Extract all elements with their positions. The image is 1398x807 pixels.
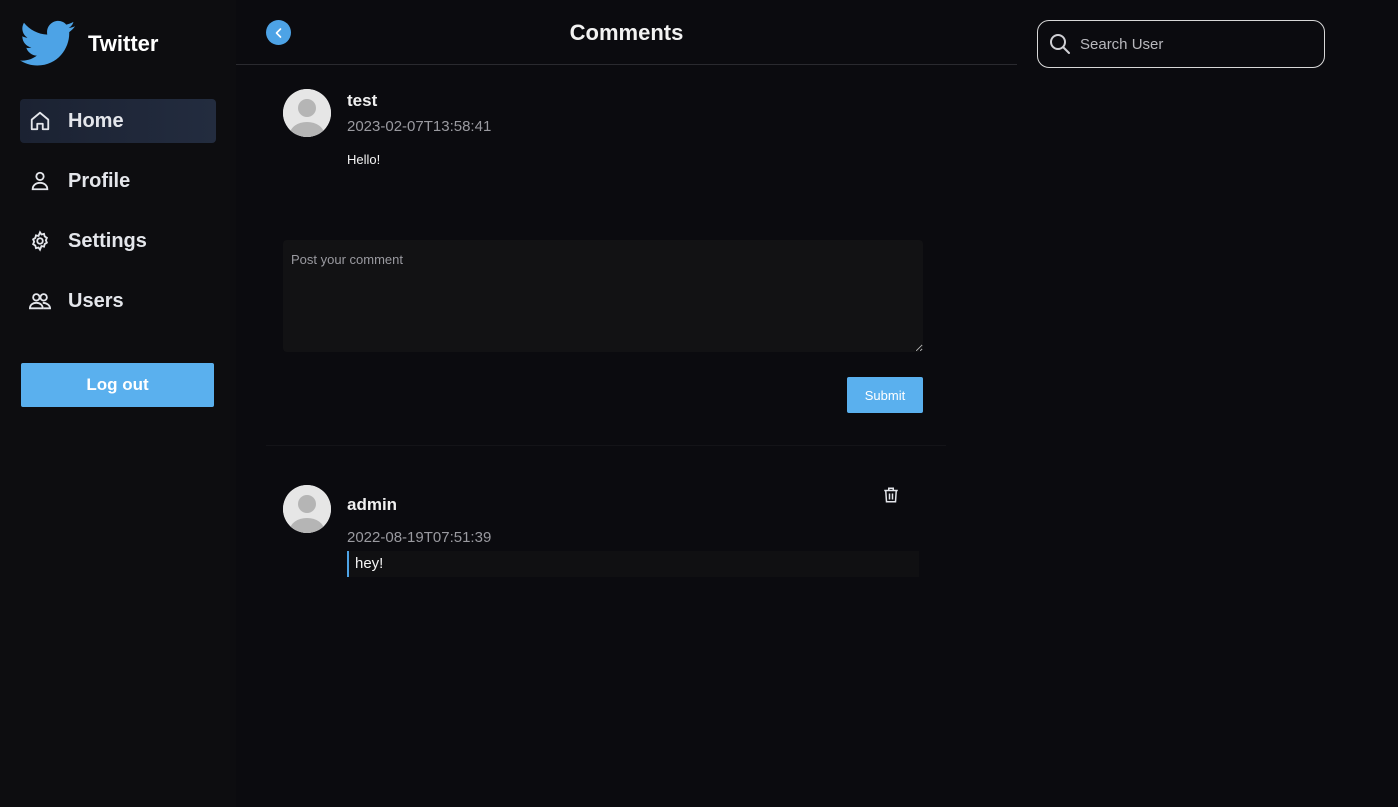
twitter-bird-icon	[20, 20, 76, 68]
avatar-placeholder-icon	[283, 485, 331, 533]
sidebar-item-profile[interactable]: Profile	[20, 159, 216, 203]
comment-text[interactable]: hey!	[347, 551, 919, 577]
sidebar-item-label: Profile	[68, 169, 131, 192]
logout-button[interactable]: Log out	[21, 363, 214, 407]
submit-button[interactable]: Submit	[847, 377, 923, 413]
home-icon	[28, 109, 52, 133]
search-box[interactable]	[1037, 20, 1325, 68]
user-icon	[28, 169, 52, 193]
gear-icon	[28, 229, 52, 253]
main-content: Comments test 2023-02-07T13:58:41 Hello!…	[236, 0, 1017, 807]
search-input[interactable]	[1078, 34, 1324, 54]
comment-username[interactable]: admin	[347, 495, 397, 515]
brand[interactable]: Twitter	[0, 18, 236, 70]
sidebar-item-users[interactable]: Users	[20, 279, 216, 323]
avatar[interactable]	[283, 89, 331, 137]
delete-comment-button[interactable]	[881, 485, 901, 505]
main-header: Comments	[236, 0, 1017, 65]
sidebar-item-label: Settings	[68, 229, 147, 252]
sidebar-item-label: Users	[68, 289, 124, 312]
sidebar-item-label: Home	[68, 109, 124, 132]
comment-timestamp: 2022-08-19T07:51:39	[347, 529, 492, 546]
users-icon	[28, 289, 52, 313]
sidebar-item-home[interactable]: Home	[20, 99, 216, 143]
divider	[266, 445, 946, 446]
original-post: test 2023-02-07T13:58:41 Hello!	[283, 89, 923, 179]
right-panel	[1017, 0, 1398, 807]
app-root: Twitter Home Profile Settings Users Log …	[0, 0, 1398, 807]
sidebar-nav: Home Profile Settings Users	[0, 99, 236, 323]
brand-name: Twitter	[88, 31, 159, 56]
post-text: Hello!	[347, 152, 381, 167]
post-timestamp: 2023-02-07T13:58:41	[347, 118, 492, 135]
comment-input[interactable]	[283, 240, 923, 352]
avatar[interactable]	[283, 485, 331, 533]
sidebar: Twitter Home Profile Settings Users Log …	[0, 0, 236, 807]
comment-item: admin 2022-08-19T07:51:39 hey!	[283, 485, 923, 585]
sidebar-item-settings[interactable]: Settings	[20, 219, 216, 263]
page-title: Comments	[569, 20, 684, 45]
comment-compose	[283, 240, 923, 352]
post-username[interactable]: test	[347, 91, 377, 111]
search-icon	[1050, 34, 1070, 54]
avatar-placeholder-icon	[283, 89, 331, 137]
trash-icon	[884, 487, 898, 503]
